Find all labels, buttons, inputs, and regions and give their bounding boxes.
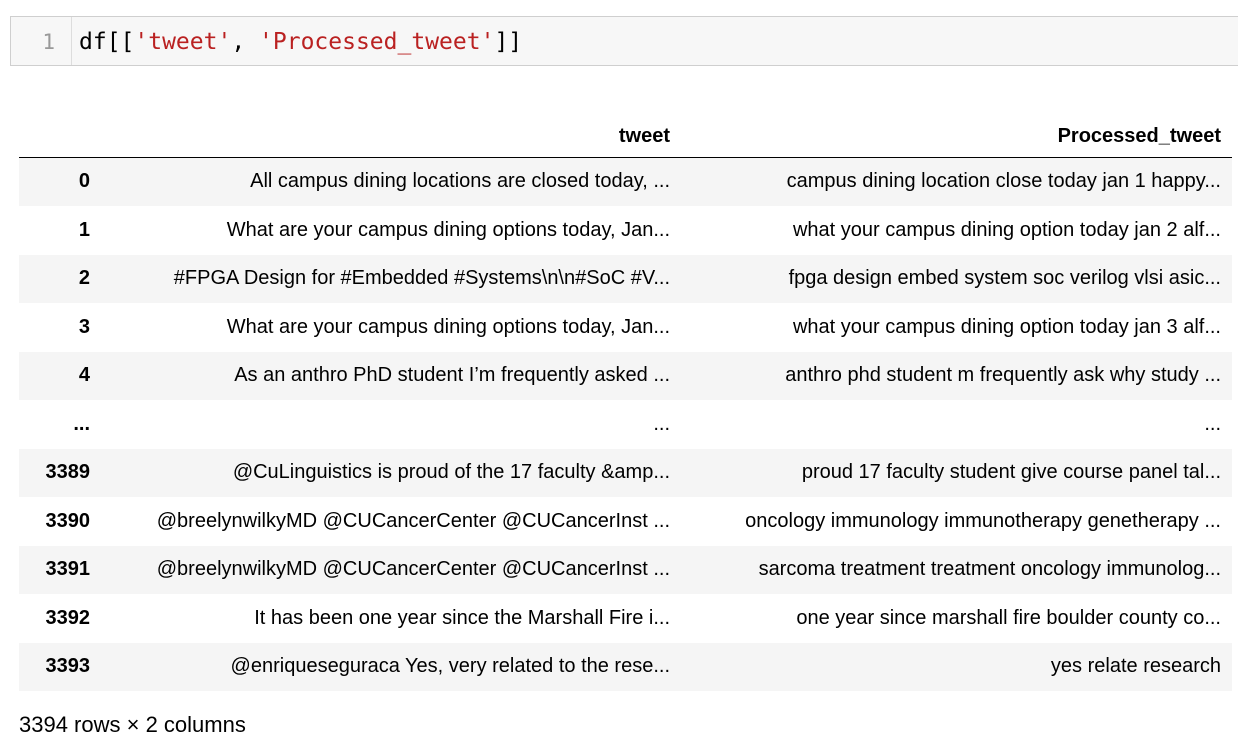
table-row: 2 #FPGA Design for #Embedded #Systems\n\n… xyxy=(19,254,1232,303)
cell-tweet: ... xyxy=(653,412,670,435)
table-row: ......... xyxy=(19,400,1232,449)
code-string-processed-tweet: 'Processed_tweet' xyxy=(259,29,495,55)
cell-processed-tweet: campus dining location close today jan 1… xyxy=(786,170,1221,193)
row-index: 3391 xyxy=(45,558,91,581)
row-index: 3392 xyxy=(45,606,91,629)
cell-processed-tweet: one year since marshall fire boulder cou… xyxy=(796,606,1221,629)
cell-tweet: @breelynwilkyMD @CUCancerCenter @CUCance… xyxy=(156,509,670,532)
column-header-processed-tweet: Processed_tweet xyxy=(681,99,1232,158)
line-number-gutter: 1 xyxy=(11,17,72,65)
cell-tweet: All campus dining locations are closed t… xyxy=(250,170,670,193)
cell-tweet: It has been one year since the Marshall … xyxy=(254,606,670,629)
cell-processed-tweet: fpga design embed system soc verilog vls… xyxy=(788,267,1221,290)
cell-processed-tweet: anthro phd student m frequently ask why … xyxy=(785,364,1221,387)
cell-tweet: What are your campus dining options toda… xyxy=(226,218,670,241)
row-index: 3390 xyxy=(45,509,91,532)
row-index: 3393 xyxy=(45,655,91,678)
cell-processed-tweet: oncology immunology immunotherapy geneth… xyxy=(745,509,1221,532)
cell-tweet: @breelynwilkyMD @CUCancerCenter @CUCance… xyxy=(156,558,670,581)
cell-processed-tweet: proud 17 faculty student give course pan… xyxy=(801,461,1221,484)
table-row: 3390 @breelynwilkyMD @CUCancerCenter @CUC… xyxy=(19,497,1232,546)
line-number: 1 xyxy=(42,30,55,54)
table-row: 3 What are your campus dining options tod… xyxy=(19,303,1232,352)
cell-processed-tweet: yes relate research xyxy=(1050,655,1221,678)
table-row: 4 As an anthro PhD student I’m frequently… xyxy=(19,351,1232,400)
table-row: 3391 @breelynwilkyMD @CUCancerCenter @CUC… xyxy=(19,545,1232,594)
row-index: ... xyxy=(73,412,90,435)
cell-tweet: What are your campus dining options toda… xyxy=(226,315,670,338)
table-body: 0 All campus dining locations are closed … xyxy=(19,157,1232,691)
table-row: 1 What are your campus dining options tod… xyxy=(19,206,1232,255)
row-index: 4 xyxy=(78,364,90,387)
cell-processed-tweet: what your campus dining option today jan… xyxy=(792,315,1221,338)
cell-processed-tweet: sarcoma treatment treatment oncology imm… xyxy=(758,558,1221,581)
column-header-tweet: tweet xyxy=(101,99,681,158)
index-header xyxy=(19,99,101,158)
cell-tweet: @enriqueseguraca Yes, very related to th… xyxy=(230,655,670,678)
code-input[interactable]: df[['tweet', 'Processed_tweet']] xyxy=(79,29,522,55)
cell-tweet: @CuLinguistics is proud of the 17 facult… xyxy=(232,461,670,484)
dataframe-shape: 3394 rows × 2 columns xyxy=(19,712,246,737)
table-row: 0 All campus dining locations are closed … xyxy=(19,157,1232,206)
code-suffix: ]] xyxy=(494,29,523,55)
dataframe-table: tweet Processed_tweet 0 All campus dining… xyxy=(19,99,1232,691)
row-index: 0 xyxy=(78,170,90,193)
cell-tweet: As an anthro PhD student I’m frequently … xyxy=(234,364,670,387)
cell-processed-tweet: what your campus dining option today jan… xyxy=(792,218,1221,241)
table-row: 3389 @CuLinguistics is proud of the 17 fa… xyxy=(19,448,1232,497)
row-index: 2 xyxy=(78,267,90,290)
table-header-row: tweet Processed_tweet xyxy=(19,99,1232,158)
row-index: 1 xyxy=(78,218,90,241)
table-row: 3392 It has been one year since the Marsh… xyxy=(19,594,1232,643)
code-string-tweet: 'tweet' xyxy=(134,29,232,55)
cell-tweet: #FPGA Design for #Embedded #Systems\n\n#… xyxy=(173,267,670,290)
cell-processed-tweet: ... xyxy=(1204,412,1221,435)
code-separator: , xyxy=(231,29,260,55)
table-row: 3393 @enriqueseguraca Yes, very related t… xyxy=(19,642,1232,691)
row-index: 3389 xyxy=(45,461,91,484)
row-index: 3 xyxy=(78,315,90,338)
code-prefix: df[[ xyxy=(79,29,135,55)
code-cell[interactable]: 1 df[['tweet', 'Processed_tweet']] xyxy=(10,16,1238,66)
